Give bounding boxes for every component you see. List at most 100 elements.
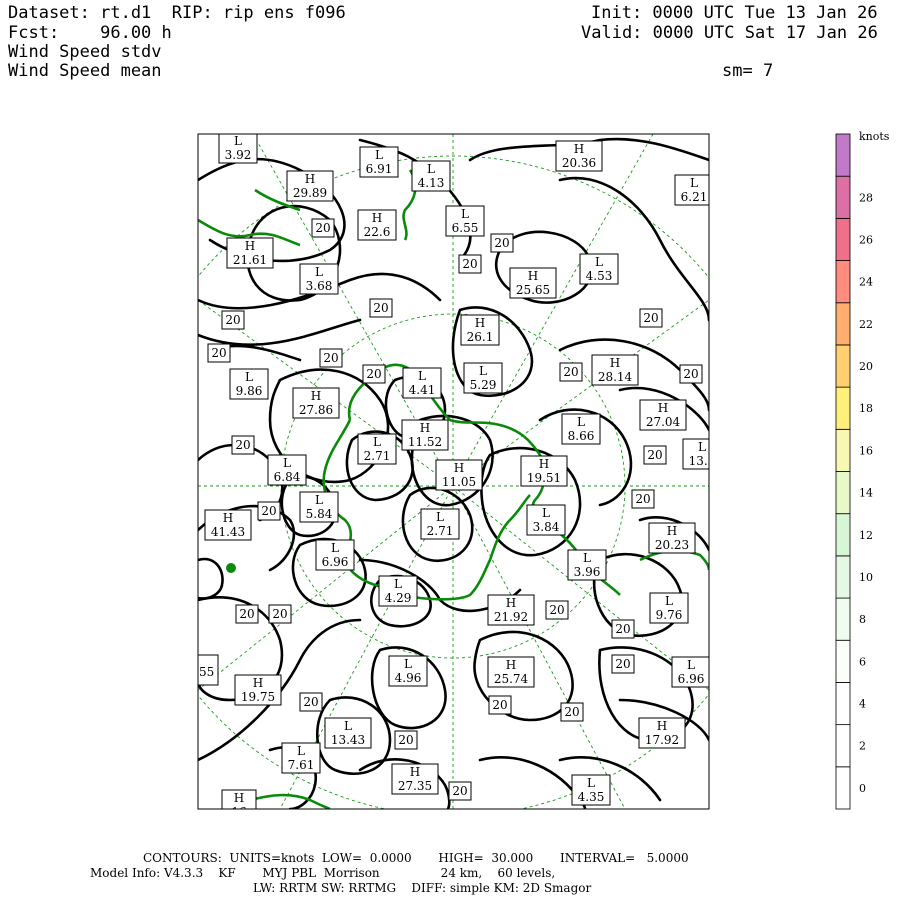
low-label: L6.96 (671, 656, 709, 688)
svg-text:20: 20 (452, 784, 467, 798)
svg-text:4.13: 4.13 (418, 176, 445, 190)
svg-text:20: 20 (211, 346, 226, 360)
colorbar-segment (835, 471, 851, 515)
svg-text:20: 20 (615, 657, 630, 671)
low-label: L5.84 (299, 491, 339, 523)
svg-text:11.52: 11.52 (408, 435, 442, 449)
svg-text:20: 20 (462, 257, 477, 271)
low-label: L9.86 (229, 368, 269, 400)
svg-text:H: H (506, 596, 516, 610)
svg-text:L: L (698, 440, 706, 454)
svg-text:4.96: 4.96 (395, 671, 422, 685)
svg-text:4.29: 4.29 (385, 591, 412, 605)
svg-text:L: L (595, 255, 603, 269)
svg-text:11.05: 11.05 (442, 475, 476, 489)
svg-text:H: H (223, 511, 233, 525)
colorbar-unit-label: knots (859, 130, 890, 143)
high-label: H25.74 (487, 656, 535, 688)
svg-text:20: 20 (398, 733, 413, 747)
colorbar-segment (835, 344, 851, 388)
svg-text:7.61: 7.61 (288, 758, 315, 772)
svg-text:L: L (461, 207, 469, 221)
svg-text:20: 20 (549, 603, 564, 617)
contour-value-label: 20 (488, 695, 512, 715)
colorbar-segment (835, 260, 851, 304)
high-label: H20.36 (555, 140, 603, 172)
svg-text:L: L (479, 364, 487, 378)
svg-text:6.84: 6.84 (274, 470, 301, 484)
svg-text:20: 20 (564, 705, 579, 719)
high-label: H41.43 (204, 509, 252, 541)
svg-text:L: L (344, 719, 352, 733)
colorbar-tick-label: 14 (859, 487, 873, 500)
svg-text:L: L (404, 657, 412, 671)
colorbar-tick-label: 24 (859, 276, 873, 289)
svg-text:20: 20 (635, 492, 650, 506)
svg-text:20.23: 20.23 (655, 538, 689, 552)
svg-text:2.71: 2.71 (427, 524, 454, 538)
svg-text:6.91: 6.91 (366, 162, 393, 176)
colorbar-tick-label: 22 (859, 318, 873, 331)
contour-value-label: 20 (231, 435, 255, 455)
svg-text:L: L (436, 510, 444, 524)
colorbar: 0246810121416182022242628 (835, 133, 873, 810)
low-label: L2.71 (357, 433, 397, 465)
colorbar-segment (835, 682, 851, 726)
colorbar-segment (835, 133, 851, 177)
svg-text:19.51: 19.51 (527, 471, 561, 485)
svg-text:H: H (539, 457, 549, 471)
low-label: L4.35 (571, 774, 611, 806)
svg-text:28.14: 28.14 (598, 370, 633, 384)
contour-value-label: 20 (448, 781, 472, 801)
colorbar-segment (835, 597, 851, 641)
svg-text:20: 20 (366, 367, 381, 381)
colorbar-tick-label: 28 (859, 191, 873, 204)
svg-text:L: L (331, 541, 339, 555)
svg-text:8.66: 8.66 (568, 429, 595, 443)
high-label: H25.65 (509, 267, 557, 299)
island-dot (226, 563, 236, 573)
svg-text:H: H (574, 142, 584, 156)
low-label: L2.71 (420, 508, 460, 540)
svg-text:L: L (394, 577, 402, 591)
svg-text:20: 20 (239, 607, 254, 621)
svg-text:21.92: 21.92 (494, 610, 528, 624)
svg-text:H: H (372, 211, 382, 225)
colorbar-segment (835, 724, 851, 768)
svg-text:L: L (297, 744, 305, 758)
high-label: H16 (221, 789, 257, 809)
colorbar-segment (835, 386, 851, 430)
contour-value-label: 20 (490, 233, 514, 253)
svg-text:3.84: 3.84 (533, 520, 560, 534)
colorbar-tick-label: 16 (859, 444, 873, 457)
svg-text:L: L (283, 456, 291, 470)
svg-text:5.84: 5.84 (306, 507, 333, 521)
colorbar-segment (835, 428, 851, 472)
svg-text:H: H (506, 658, 516, 672)
contour-value-label: 20 (559, 362, 583, 382)
high-label: H22.6 (357, 209, 397, 241)
svg-text:13.5: 13.5 (689, 454, 716, 468)
svg-text:20: 20 (303, 695, 318, 709)
low-label: L6.96 (315, 539, 355, 571)
low-label: L5.29 (463, 362, 503, 394)
high-label: H11.52 (401, 419, 449, 451)
svg-text:25.74: 25.74 (494, 672, 529, 686)
low-label: L6.21 (674, 174, 709, 206)
colorbar-segment (835, 302, 851, 346)
svg-text:20: 20 (261, 504, 276, 518)
low-label: L6.55 (445, 205, 485, 237)
contour-value-label: 20 (362, 364, 386, 384)
svg-text:L: L (245, 370, 253, 384)
svg-text:L: L (687, 658, 695, 672)
contour-value-label: 20 (369, 298, 393, 318)
svg-text:20.36: 20.36 (562, 156, 596, 170)
svg-text:L: L (418, 369, 426, 383)
contour-value-label: 20 (458, 254, 482, 274)
colorbar-segment (835, 513, 851, 557)
svg-text:H: H (454, 461, 464, 475)
svg-text:4.41: 4.41 (409, 383, 436, 397)
svg-text:H: H (253, 676, 263, 690)
svg-text:H: H (305, 172, 315, 186)
low-label: L4.13 (411, 160, 451, 192)
